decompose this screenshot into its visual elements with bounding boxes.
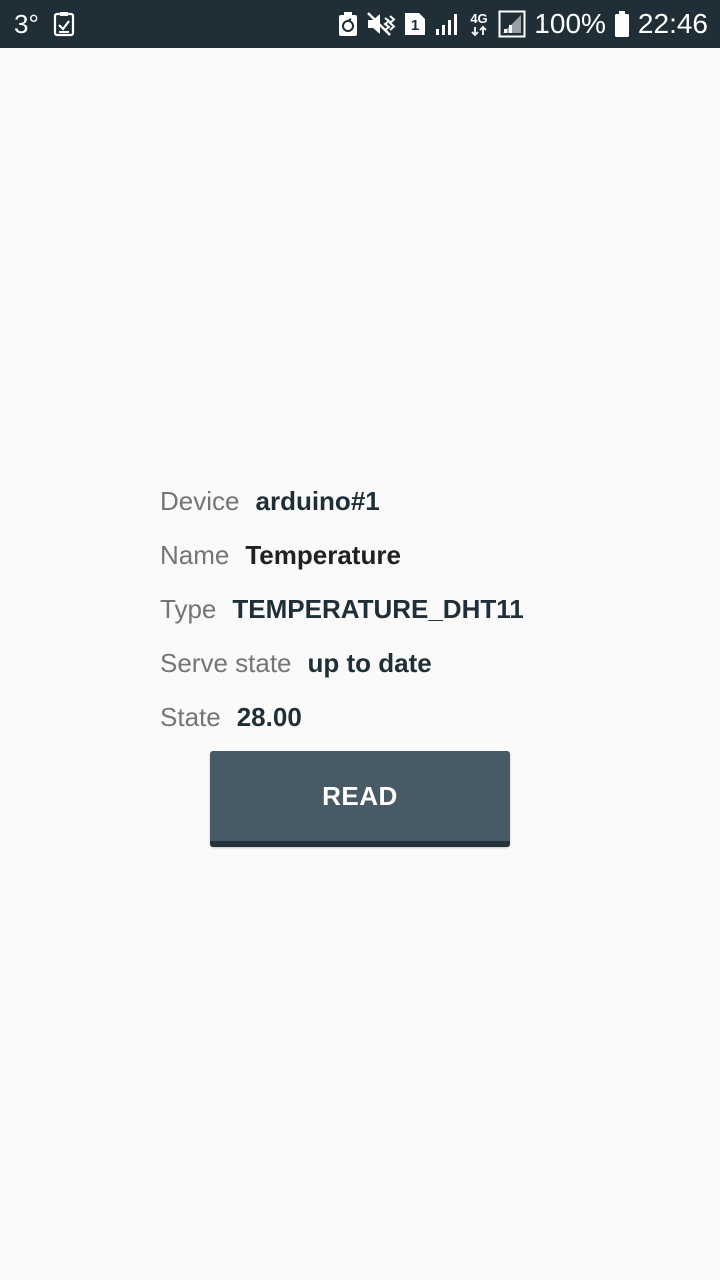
status-bar: 3° 1 4G 100% 22:46 — [0, 0, 720, 48]
clipboard-check-icon — [53, 11, 75, 37]
type-label: Type — [160, 593, 217, 624]
mute-vibrate-icon — [366, 11, 396, 37]
type-row: Type TEMPERATURE_DHT11 — [160, 582, 640, 636]
signal-box-icon — [498, 10, 526, 38]
name-value: Temperature — [245, 539, 401, 570]
name-label: Name — [160, 539, 230, 570]
status-bar-right: 1 4G 100% 22:46 — [338, 0, 708, 48]
type-value: TEMPERATURE_DHT11 — [232, 593, 524, 624]
battery-saver-icon — [338, 11, 358, 37]
battery-percentage: 100% — [534, 8, 606, 39]
sim-slot-number: 1 — [411, 17, 419, 34]
network-type-label: 4G — [471, 11, 488, 26]
state-value: 28.00 — [236, 701, 302, 732]
state-label: State — [160, 701, 221, 732]
weather-temperature: 3° — [14, 9, 39, 39]
serve-state-value: up to date — [307, 647, 432, 678]
serve-state-label: Serve state — [160, 647, 292, 678]
read-button[interactable]: READ — [210, 751, 510, 847]
device-value: arduino#1 — [255, 485, 380, 516]
battery-icon — [614, 10, 630, 38]
name-row: Name Temperature — [160, 528, 640, 582]
clock-time: 22:46 — [637, 8, 708, 39]
signal-icon — [434, 11, 460, 37]
sim-icon: 1 — [404, 11, 426, 37]
device-row: Device arduino#1 — [160, 474, 640, 528]
state-row: State 28.00 — [160, 690, 640, 744]
network-4g-icon: 4G — [468, 10, 490, 38]
status-bar-left: 3° — [14, 0, 338, 48]
device-label: Device — [160, 485, 240, 516]
device-info-panel: Device arduino#1 Name Temperature Type T… — [160, 474, 640, 744]
serve-state-row: Serve state up to date — [160, 636, 640, 690]
